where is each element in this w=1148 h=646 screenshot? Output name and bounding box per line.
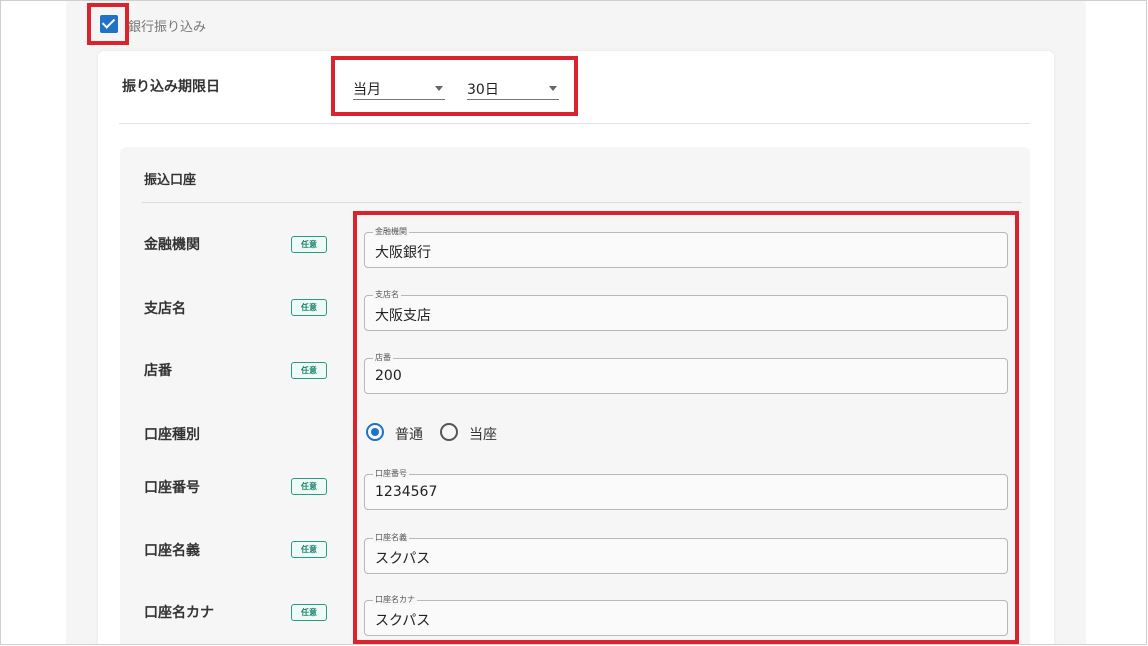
branch-label: 支店名	[144, 301, 186, 317]
highlight-deadline	[331, 56, 578, 116]
divider	[142, 202, 1022, 203]
account-no-label: 口座番号	[144, 480, 200, 496]
screenshot-frame: 銀行振り込み 振り込み期限日 当月 30日 振込口座 金融機関 任意 金融機関 …	[0, 0, 1147, 645]
account-type-label: 口座種別	[144, 427, 200, 443]
branch-no-label: 店番	[144, 363, 172, 379]
optional-badge: 任意	[291, 478, 327, 495]
divider	[119, 123, 1030, 124]
holder-kana-label: 口座名カナ	[144, 605, 214, 621]
optional-badge: 任意	[291, 299, 327, 316]
optional-badge: 任意	[291, 541, 327, 558]
optional-badge: 任意	[291, 604, 327, 621]
holder-label: 口座名義	[144, 543, 200, 559]
highlight-account-fields	[353, 211, 1019, 644]
optional-badge: 任意	[291, 236, 327, 253]
optional-badge: 任意	[291, 362, 327, 379]
account-section-title: 振込口座	[144, 173, 197, 188]
deadline-label: 振り込み期限日	[122, 79, 220, 95]
highlight-checkbox	[87, 3, 129, 45]
bank-label: 金融機関	[144, 237, 200, 253]
bank-transfer-label: 銀行振り込み	[128, 20, 207, 35]
